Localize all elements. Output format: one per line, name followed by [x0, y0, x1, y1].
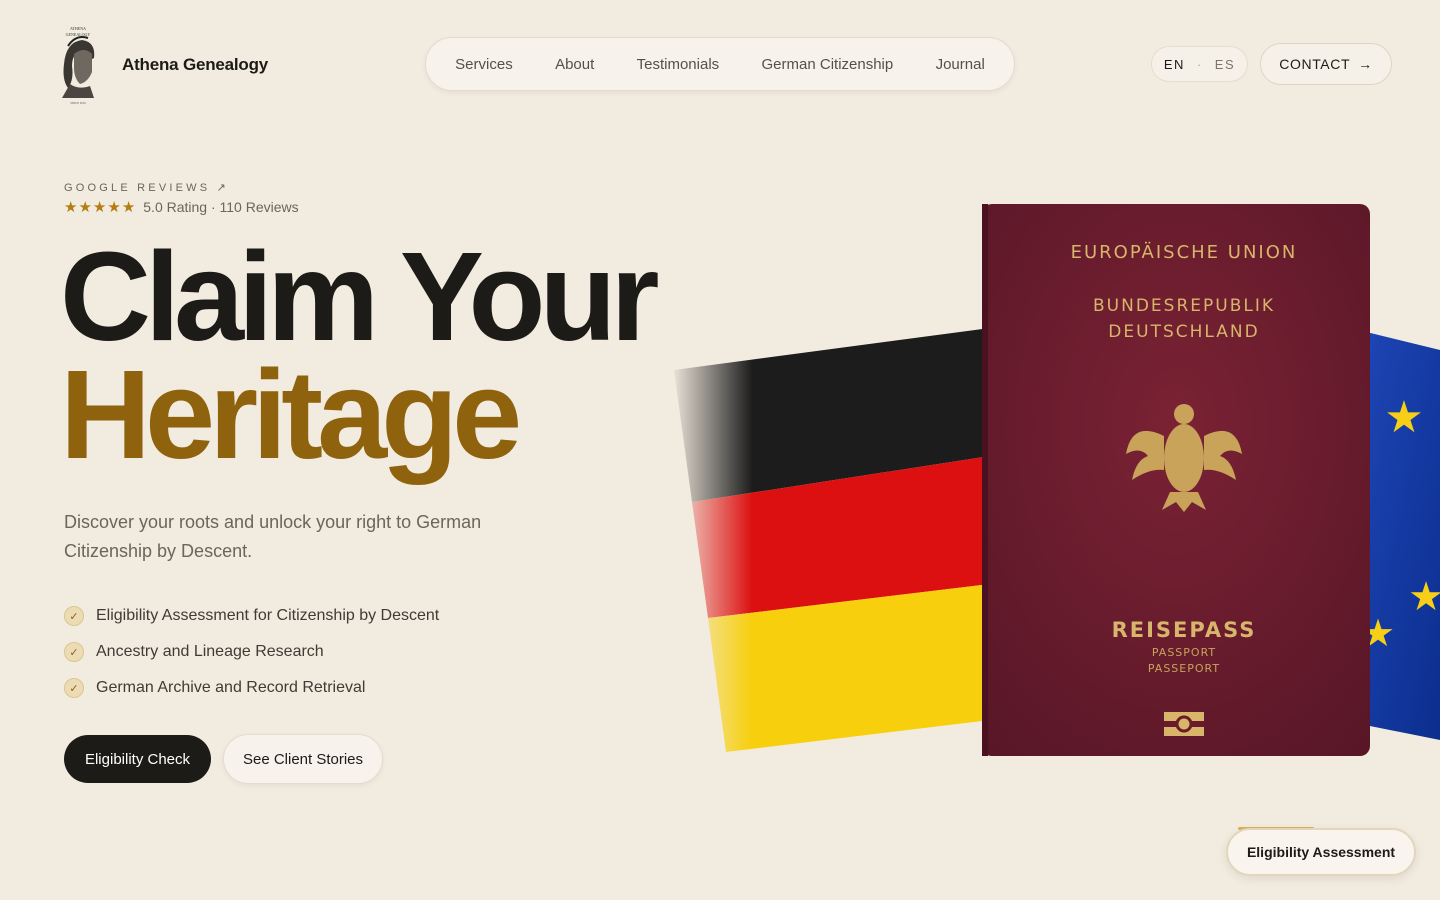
language-switcher: EN · ES: [1151, 46, 1248, 82]
arrow-right-icon: →: [1358, 56, 1373, 72]
lang-es[interactable]: ES: [1215, 57, 1235, 72]
nav-item-services[interactable]: Services: [455, 56, 513, 73]
athena-helmet-logo-icon: ATHENA GENEALOGY SINCE 2019: [62, 26, 95, 105]
nav-item-journal[interactable]: Journal: [936, 56, 985, 73]
passport-sub-1: PASSPORT: [1152, 646, 1216, 659]
contact-label: CONTACT: [1279, 56, 1351, 72]
star-rating: ★ ★ ★ ★ ★: [64, 198, 135, 216]
check-icon: ✓: [64, 678, 84, 698]
feature-label: Eligibility Assessment for Citizenship b…: [96, 607, 440, 624]
nav-item-testimonials[interactable]: Testimonials: [637, 56, 720, 73]
feature-label: Ancestry and Lineage Research: [96, 643, 324, 660]
star-icon: ★: [64, 199, 78, 216]
feature-label: German Archive and Record Retrieval: [96, 679, 366, 696]
biometric-chip-icon: [1164, 712, 1204, 736]
client-stories-button[interactable]: See Client Stories: [223, 734, 383, 784]
brand-logo[interactable]: ATHENA GENEALOGY SINCE 2019 Athena Genea…: [54, 24, 268, 106]
feature-item: ✓ German Archive and Record Retrieval: [64, 670, 439, 706]
passport-title: REISEPASS: [1112, 618, 1257, 642]
hero-headline: Claim Your Heritage: [60, 226, 660, 485]
contact-button[interactable]: CONTACT →: [1260, 43, 1392, 85]
svg-text:SINCE 2019: SINCE 2019: [70, 101, 86, 105]
reviews-summary: ★ ★ ★ ★ ★ 5.0 Rating · 110 Reviews: [64, 198, 299, 216]
svg-text:★: ★: [1408, 574, 1440, 620]
svg-text:GENEALOGY: GENEALOGY: [66, 32, 91, 37]
feature-item: ✓ Ancestry and Lineage Research: [64, 634, 439, 670]
hero-passport-illustration: ★ ★ ★ EUROPÄISCHE UNION BUNDESREPUBLIK D…: [670, 204, 1440, 760]
feature-item: ✓ Eligibility Assessment for Citizenship…: [64, 598, 439, 634]
star-icon: ★: [121, 199, 136, 216]
eligibility-check-button[interactable]: Eligibility Check: [64, 735, 211, 783]
hero-subtitle: Discover your roots and unlock your righ…: [64, 512, 482, 561]
main-nav: Services About Testimonials German Citiz…: [425, 37, 1015, 91]
passport-country-2: DEUTSCHLAND: [1108, 322, 1259, 342]
rating-text: 5.0 Rating · 110 Reviews: [143, 199, 299, 215]
nav-item-about[interactable]: About: [555, 56, 594, 73]
passport-union: EUROPÄISCHE UNION: [1071, 242, 1298, 263]
brand-name: Athena Genealogy: [122, 55, 269, 74]
star-icon: ★: [107, 199, 121, 216]
headline-line-2: Heritage: [60, 344, 522, 485]
check-icon: ✓: [64, 642, 84, 662]
nav-item-german-citizenship[interactable]: German Citizenship: [762, 56, 894, 73]
feature-list: ✓ Eligibility Assessment for Citizenship…: [64, 598, 439, 706]
lang-en[interactable]: EN: [1164, 57, 1185, 72]
german-flag: [670, 318, 1000, 760]
star-icon: ★: [92, 199, 107, 216]
passport: EUROPÄISCHE UNION BUNDESREPUBLIK DEUTSCH…: [982, 204, 1370, 756]
svg-text:★: ★: [1384, 392, 1423, 443]
passport-sub-2: PASSEPORT: [1148, 662, 1220, 675]
passport-country-1: BUNDESREPUBLIK: [1093, 296, 1275, 316]
floating-eligibility-assessment-button[interactable]: Eligibility Assessment: [1226, 828, 1416, 876]
star-icon: ★: [78, 199, 92, 216]
google-reviews-link[interactable]: GOOGLE REVIEWS ↗: [64, 181, 229, 194]
check-icon: ✓: [64, 606, 84, 626]
lang-separator: ·: [1196, 56, 1203, 72]
svg-text:ATHENA: ATHENA: [70, 26, 86, 31]
headline-line-1: Claim Your: [60, 226, 660, 367]
